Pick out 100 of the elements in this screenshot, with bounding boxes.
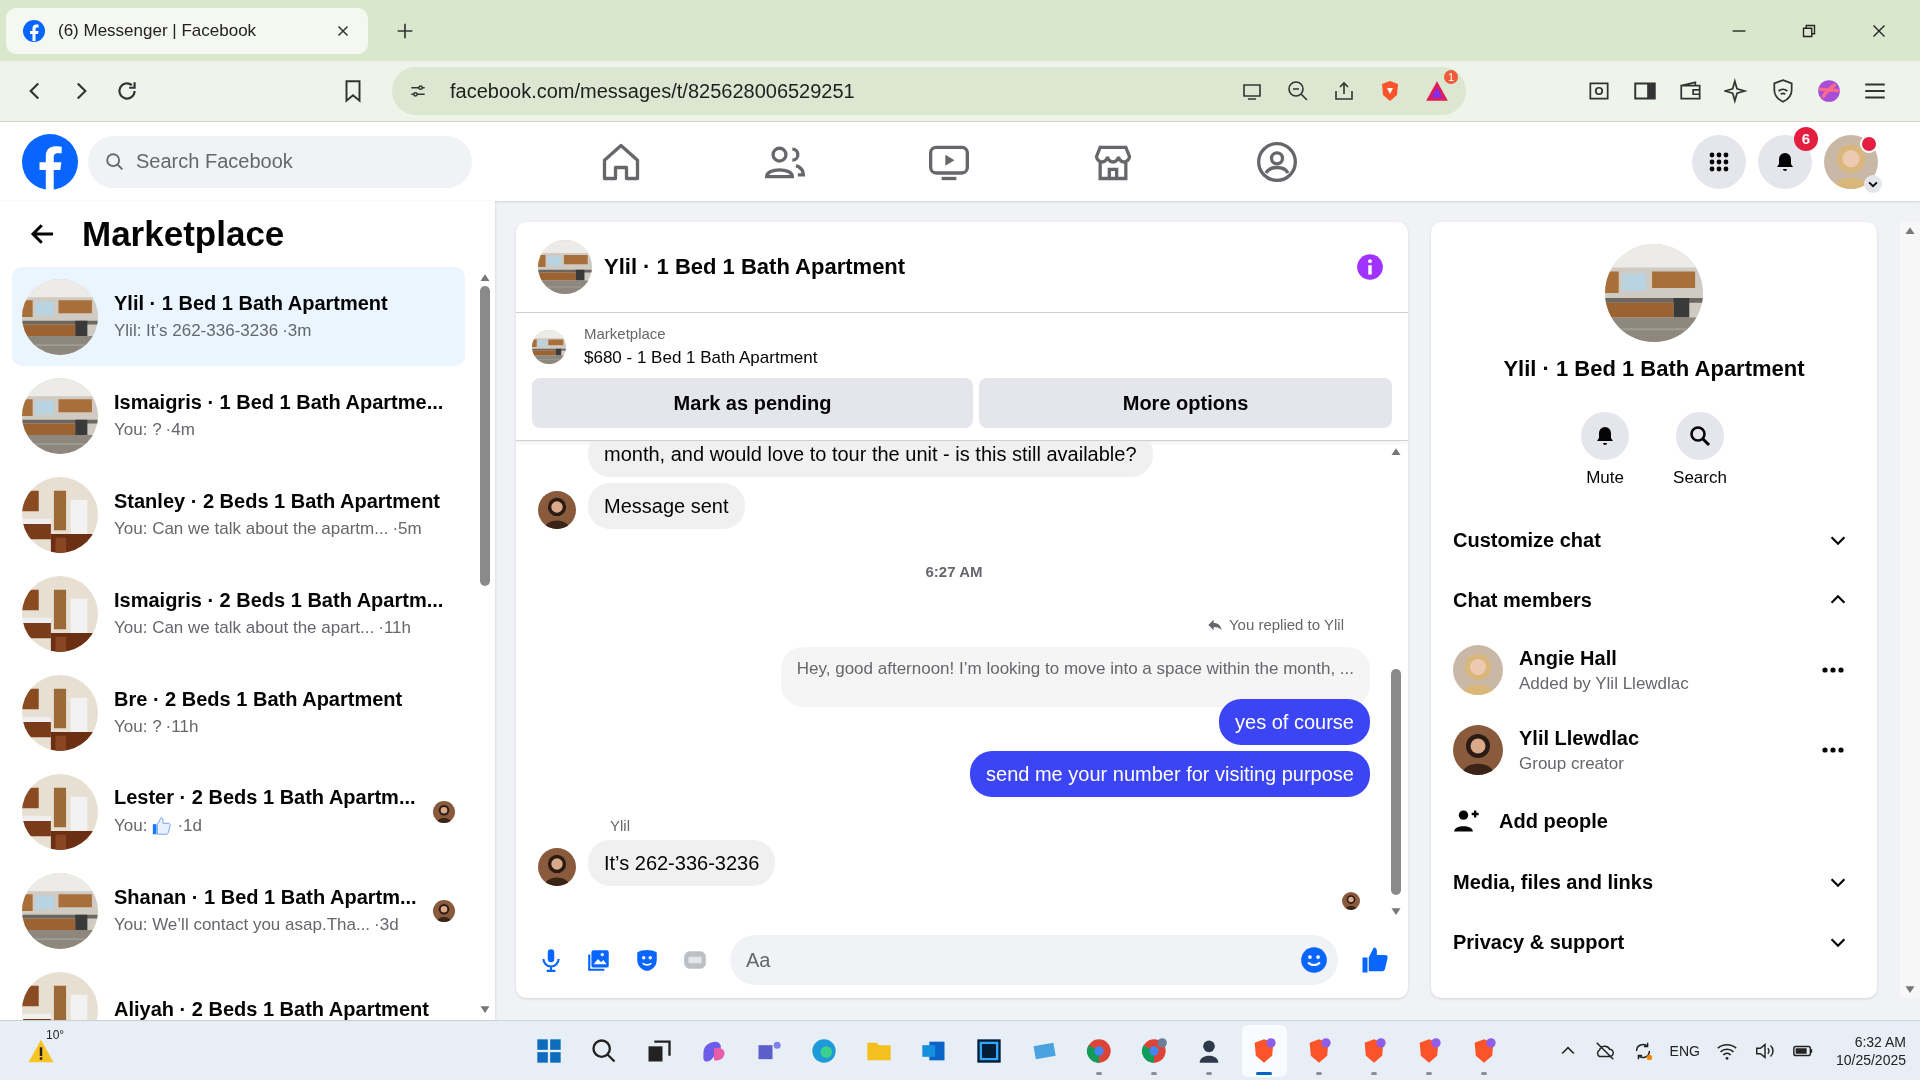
conversation-item[interactable]: Ismaigris · 1 Bed 1 Bath Apartme... You: ? ·4m <box>12 366 465 465</box>
ring-icon[interactable] <box>1085 1036 1114 1065</box>
search-icon <box>104 150 126 173</box>
timestamp: 6:27 AM <box>925 563 983 580</box>
profile-icon[interactable] <box>1816 78 1842 104</box>
page-title: Marketplace <box>82 214 285 254</box>
conversation-title: Ylil · 1 Bed 1 Bath Apartment <box>114 292 389 315</box>
scroll-down-icon[interactable] <box>1904 985 1916 994</box>
square-icon[interactable] <box>975 1036 1004 1065</box>
temperature: 10° <box>46 1027 65 1042</box>
message-bubble: month, and would love to tour the unit - is this still available? <box>588 441 1153 477</box>
message-preview: You: <box>114 816 148 836</box>
circle-icon[interactable] <box>810 1036 839 1065</box>
chat-title: Ylil · 1 Bed 1 Bath Apartment <box>604 254 906 280</box>
group-icon[interactable] <box>1255 139 1299 184</box>
apps-button[interactable] <box>1692 134 1746 189</box>
address-bar[interactable]: facebook.com/messages/t/825628006529251 1 <box>392 67 1466 115</box>
url-text: facebook.com/messages/t/825628006529251 <box>450 79 855 103</box>
shield-icon[interactable] <box>1770 78 1796 104</box>
language-indicator[interactable]: ENG <box>1669 1042 1700 1059</box>
message-bubble: Message sent <box>588 483 745 529</box>
search-field[interactable]: Search Facebook <box>88 135 472 188</box>
quoted-message: Hey, good afternoon! I’m looking to move into a space within the month, ... <box>780 647 1370 707</box>
message-preview: You: ? <box>114 717 162 737</box>
facebook-logo-icon <box>22 18 46 43</box>
image-icon[interactable] <box>586 947 612 973</box>
message-time: ·1d <box>177 816 202 836</box>
notification-badge: 1 <box>1443 70 1458 84</box>
conversation-item[interactable]: Shanan · 1 Bed 1 Bath Apartm... You: We’ll contact you asap.Tha... ·3d <box>12 861 465 960</box>
scroll-up-icon[interactable] <box>1390 447 1402 456</box>
chevron-down-icon[interactable] <box>1864 174 1882 193</box>
message-time: ·5m <box>392 519 422 539</box>
message-time: ·11h <box>165 717 199 737</box>
message-bubble: send me your number for visiting purpose <box>970 751 1370 797</box>
thumbs-up-icon[interactable] <box>1360 945 1390 975</box>
listing-button[interactable]: Mark as pending <box>532 378 974 428</box>
conversation-title: Shanan · 1 Bed 1 Bath Apartm... <box>114 886 417 909</box>
tiles-icon[interactable] <box>535 1036 564 1065</box>
message-preview: You: ? <box>114 420 162 440</box>
smiley-icon[interactable] <box>1300 946 1328 974</box>
notification-badge: 6 <box>1794 126 1818 151</box>
conversation-name: Ylil · 1 Bed 1 Bath Apartment <box>1503 356 1805 382</box>
conversation-item[interactable]: Stanley · 2 Beds 1 Bath Apartment You: Can we talk about the apartm... ·5m <box>12 465 465 564</box>
action-label: Mute <box>1586 468 1624 488</box>
reply-note: You replied to Ylil <box>1228 616 1344 633</box>
section-header[interactable]: Customize chat <box>1453 510 1857 570</box>
section-header[interactable]: Chat members <box>1453 570 1857 630</box>
message-bubble: It’s 262-336-3236 <box>588 840 776 886</box>
info-icon[interactable] <box>1356 253 1384 281</box>
message-field[interactable]: Aa <box>730 935 1338 985</box>
member-name: Angie Hall <box>1519 646 1618 670</box>
more-icon[interactable] <box>1821 746 1845 754</box>
tab-title: (6) Messenger | Facebook <box>58 20 258 41</box>
clock-date[interactable]: 10/25/2025 <box>1835 1051 1906 1068</box>
message-time: ·3m <box>282 321 312 341</box>
more-icon[interactable] <box>1821 666 1845 674</box>
member-name: Ylil Llewdlac <box>1519 726 1641 750</box>
scroll-down-icon[interactable] <box>479 1005 491 1014</box>
message-preview: You: Can we talk about the apart... <box>114 618 375 638</box>
message-bubble: yes of course <box>1219 699 1370 745</box>
message-preview: Ylil: It’s 262-336-3236 <box>114 321 279 341</box>
cloud-off-icon[interactable] <box>1593 1039 1616 1062</box>
conversation-title: Aliyah · 2 Beds 1 Bath Apartment <box>114 998 430 1020</box>
conversation-title: Bre · 2 Beds 1 Bath Apartment <box>114 688 404 711</box>
scroll-up-icon[interactable] <box>1904 226 1916 235</box>
message-preview: You: We’ll contact you asap.Tha... <box>114 915 371 935</box>
clock-time[interactable]: 6:32 AM <box>1854 1033 1906 1050</box>
browser-tab[interactable]: (6) Messenger | Facebook <box>6 7 368 54</box>
scrollbar-thumb[interactable] <box>1391 668 1401 895</box>
listing-label: Marketplace <box>584 325 667 342</box>
sender-name: Ylil <box>610 817 630 834</box>
scrollbar-thumb[interactable] <box>480 286 490 587</box>
scroll-down-icon[interactable] <box>1390 907 1402 916</box>
ring-icon[interactable] <box>1140 1036 1169 1065</box>
conversation-title: Stanley · 2 Beds 1 Bath Apartment <box>114 490 441 513</box>
message-time: ·4m <box>165 420 195 440</box>
action-button[interactable] <box>1676 412 1724 460</box>
member-role: Group creator <box>1519 753 1625 774</box>
conversation-title: Lester · 2 Beds 1 Bath Apartm... <box>114 786 417 809</box>
conversation-item[interactable]: Ismaigris · 2 Beds 1 Bath Apartm... You: Can we talk about the apart... ·11h <box>12 564 465 663</box>
facebook-logo-icon[interactable] <box>22 133 78 190</box>
conversation-item[interactable]: Bre · 2 Beds 1 Bath Apartment You: ? ·11h <box>12 663 465 762</box>
listing-button[interactable]: More options <box>979 378 1392 428</box>
zoom-out-icon[interactable] <box>1286 79 1310 103</box>
section-header[interactable]: Privacy & support <box>1453 912 1857 972</box>
notifications-button[interactable] <box>1758 134 1812 189</box>
message-time: ·11h <box>378 618 411 638</box>
message-preview: You: Can we talk about the apartm... <box>114 519 389 539</box>
section-header[interactable]: Media, files and links <box>1453 852 1857 912</box>
listing-title: $680 - 1 Bed 1 Bath Apartment <box>584 348 818 368</box>
member-role: Added by Ylil Llewdlac <box>1519 673 1690 694</box>
share-icon[interactable] <box>1332 79 1356 103</box>
action-button[interactable] <box>1581 412 1630 460</box>
action-label: Search <box>1673 468 1727 488</box>
conversation-item[interactable]: Ylil · 1 Bed 1 Bath Apartment Ylil: It’s 262-336-3236 ·3m <box>12 267 465 366</box>
add-people-button[interactable]: Add people <box>1453 790 1857 852</box>
sticker-icon[interactable] <box>634 947 660 973</box>
scroll-up-icon[interactable] <box>479 273 491 282</box>
conversation-item[interactable]: Lester · 2 Beds 1 Bath Apartm... You: ·1d <box>12 762 465 861</box>
search-icon <box>1688 424 1712 448</box>
